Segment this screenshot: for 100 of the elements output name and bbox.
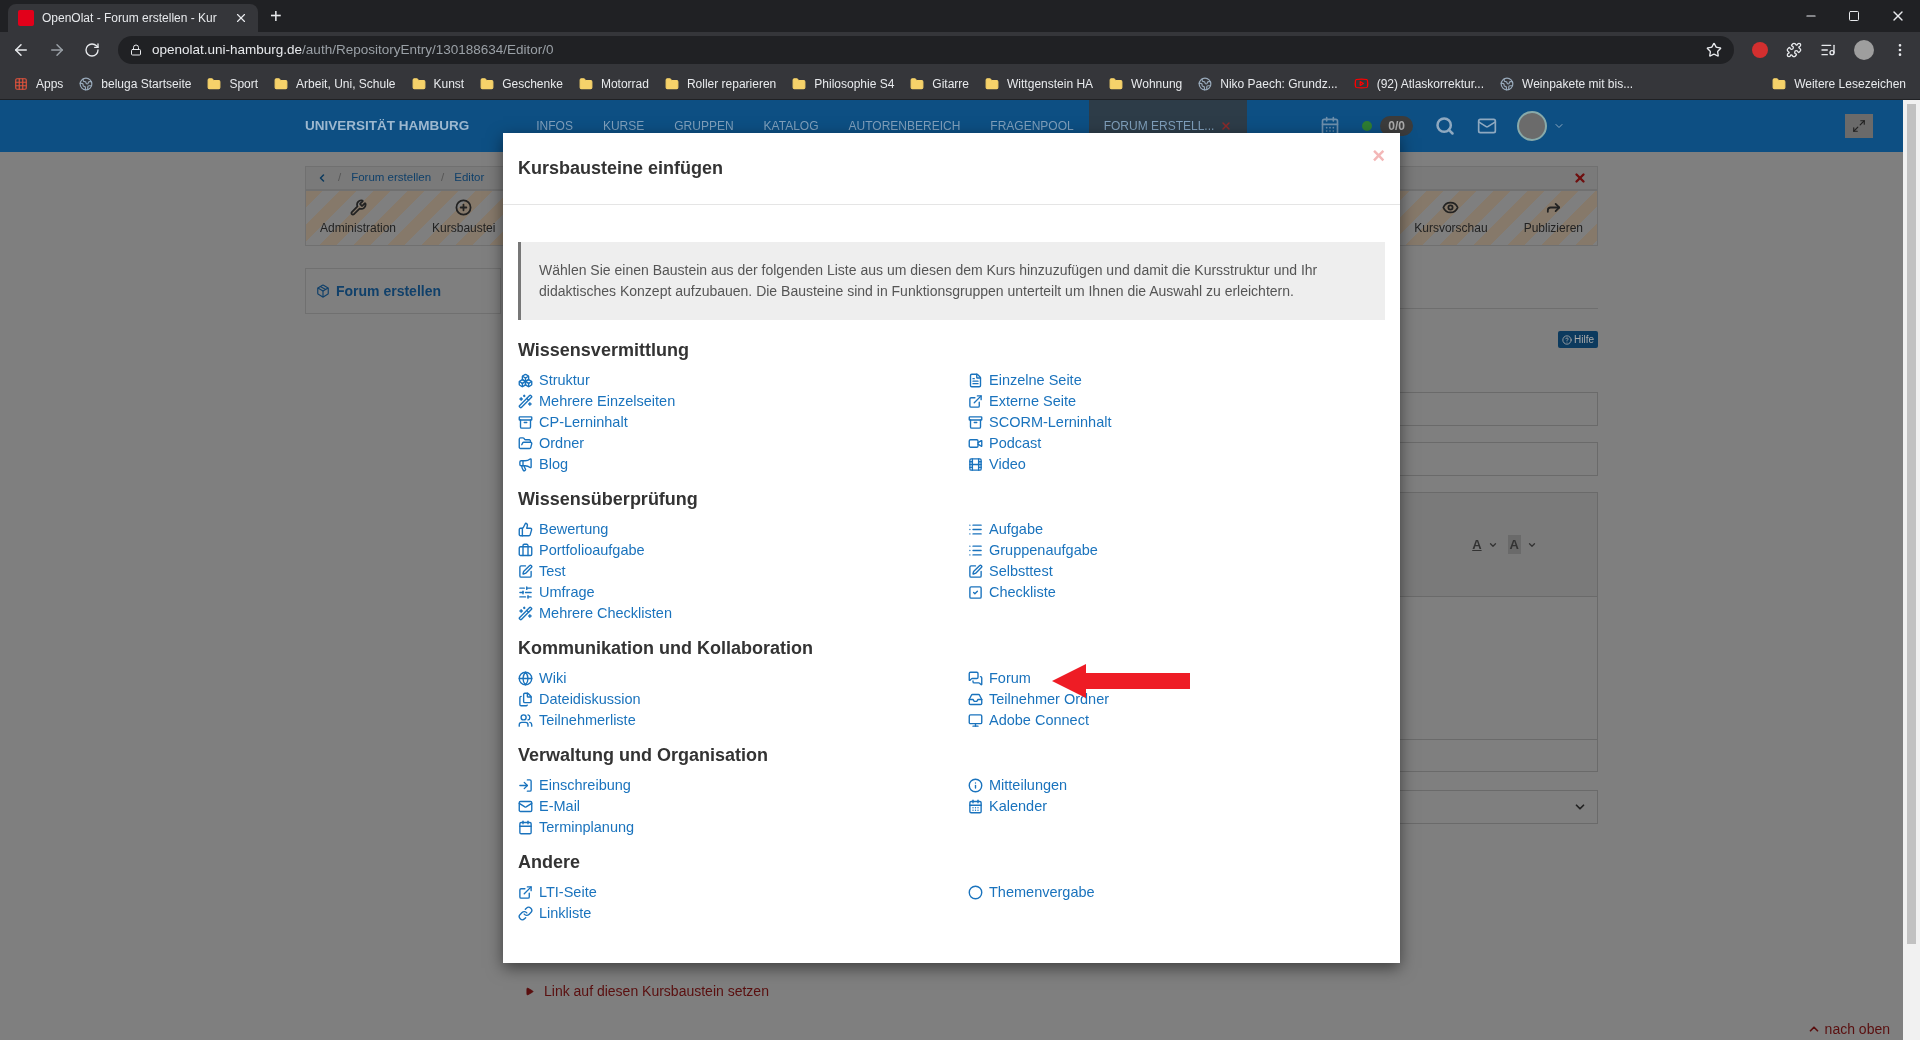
course-element-link[interactable]: Teilnehmer Ordner	[989, 688, 1110, 711]
url-text: openolat.uni-hamburg.de/auth/RepositoryEntry/130188634/Editor/0	[152, 40, 554, 59]
course-element-link[interactable]: Einzelne Seite	[989, 369, 1082, 392]
folder-icon	[1109, 76, 1124, 91]
toolbar-button[interactable]: Kursbaustei	[426, 199, 502, 237]
course-element-link[interactable]: SCORM-Lerninhalt	[989, 411, 1112, 434]
bookmark[interactable]: (92) Atlaskorrektur...	[1376, 74, 1484, 93]
link[interactable]: Link auf diesen Kursbaustein setzen	[544, 981, 769, 1002]
bookmark[interactable]: Niko Paech: Grundz...	[1220, 74, 1338, 93]
bookmark[interactable]: Kunst	[433, 74, 465, 93]
expand-icon	[1852, 119, 1866, 133]
course-element-link[interactable]: Umfrage	[539, 581, 595, 604]
fullscreen-button[interactable]	[1845, 114, 1873, 138]
breadcrumb-link[interactable]: Forum erstellen	[351, 169, 432, 187]
course-element-link[interactable]: Wiki	[539, 667, 567, 690]
section-heading: Wissensvermittlung	[518, 339, 690, 362]
new-tab-button[interactable]: +	[270, 4, 282, 28]
bookmark[interactable]: Philosophie S4	[814, 74, 895, 93]
course-element-link[interactable]: Terminplanung	[539, 816, 635, 839]
course-element-link[interactable]: CP-Lerninhalt	[539, 411, 628, 434]
folder-icon	[1772, 76, 1787, 91]
back-icon[interactable]	[12, 41, 30, 59]
folder-icon	[792, 76, 807, 91]
help-badge[interactable]: Hilfe	[1558, 331, 1598, 348]
bookmark[interactable]: Gitarre	[932, 74, 970, 93]
course-element-link[interactable]: Gruppenaufgabe	[989, 539, 1098, 562]
course-element-link[interactable]: Test	[539, 560, 566, 583]
course-element-link[interactable]: Forum	[989, 667, 1031, 690]
university-logo-icon	[18, 10, 34, 26]
bookmark[interactable]: Motorrad	[600, 74, 649, 93]
envelope-icon[interactable]	[1477, 116, 1497, 136]
toolbar-button[interactable]: Publizieren	[1517, 199, 1589, 237]
calendar-icon	[518, 820, 533, 835]
list-icon	[968, 522, 983, 537]
profile-avatar[interactable]	[1854, 40, 1874, 60]
chat-icon	[968, 671, 983, 686]
course-element-link[interactable]: Checkliste	[989, 581, 1056, 604]
course-element-link[interactable]: Externe Seite	[989, 390, 1077, 413]
course-element-link[interactable]: Mehrere Einzelseiten	[539, 390, 676, 413]
back-to-top-link[interactable]: nach oben	[1824, 1018, 1890, 1040]
course-element-link[interactable]: Struktur	[539, 369, 590, 392]
folder-icon	[985, 76, 1000, 91]
address-field[interactable]: openolat.uni-hamburg.de/auth/RepositoryEntry/130188634/Editor/0	[118, 36, 1734, 64]
course-element-link[interactable]: Video	[989, 453, 1026, 476]
course-element-link[interactable]: Selbsttest	[989, 560, 1053, 583]
course-element-link[interactable]: Mehrere Checklisten	[539, 602, 672, 625]
wand-icon	[518, 394, 533, 409]
forward-icon[interactable]	[48, 41, 66, 59]
login-icon	[518, 778, 533, 793]
bookmark[interactable]: Apps	[36, 74, 64, 93]
bookmark[interactable]: Wohnung	[1131, 74, 1183, 93]
course-element-link[interactable]: Ordner	[539, 432, 585, 455]
close-icon[interactable]	[234, 11, 248, 25]
puzzle-icon[interactable]	[1786, 42, 1802, 58]
course-element-link[interactable]: Portfolioaufgabe	[539, 539, 645, 562]
browser-tab[interactable]: OpenOlat - Forum erstellen - Kur	[8, 4, 258, 32]
bookmark[interactable]: Weitere Lesezeichen	[1794, 74, 1906, 93]
toolbar-button[interactable]: Kursvorschau	[1408, 199, 1494, 237]
course-element-link[interactable]: Themenvergabe	[989, 881, 1095, 904]
course-element-link[interactable]: Aufgabe	[989, 518, 1044, 541]
playlist-icon[interactable]	[1820, 42, 1836, 58]
user-avatar[interactable]	[1517, 111, 1547, 141]
search-icon[interactable]	[1435, 116, 1455, 136]
reload-icon[interactable]	[84, 42, 100, 58]
cubes-icon	[518, 373, 533, 388]
course-element-link[interactable]: Blog	[539, 453, 569, 476]
inbox-icon	[968, 692, 983, 707]
archive-icon	[518, 415, 533, 430]
info-icon	[968, 778, 983, 793]
bookmark[interactable]: Arbeit, Uni, Schule	[296, 74, 396, 93]
video-camera-icon	[968, 436, 983, 451]
bookmark[interactable]: Sport	[229, 74, 259, 93]
course-element-link[interactable]: Mitteilungen	[989, 774, 1068, 797]
toolbar-button[interactable]: Administration	[314, 199, 403, 237]
bookmark-star-icon[interactable]	[1706, 42, 1722, 58]
adblock-icon[interactable]	[1752, 42, 1768, 58]
bookmark[interactable]: Wittgenstein HA	[1007, 74, 1094, 93]
course-element-link[interactable]: Bewertung	[539, 518, 609, 541]
calendar-icon[interactable]	[1320, 116, 1341, 136]
link-icon	[518, 906, 533, 921]
list-icon	[968, 543, 983, 558]
course-element-link[interactable]: Adobe Connect	[989, 709, 1089, 732]
bookmark[interactable]: Roller reparieren	[686, 74, 777, 93]
bookmark[interactable]: Weinpakete mit bis...	[1522, 74, 1634, 93]
course-element-link[interactable]: Dateidiskussion	[539, 688, 641, 711]
course-element-link[interactable]: Teilnehmerliste	[539, 709, 636, 732]
course-element-link[interactable]: Linkliste	[539, 902, 592, 925]
megaphone-icon	[518, 457, 533, 472]
brand-name[interactable]: UNIVERSITÄT HAMBURG	[305, 115, 470, 137]
counter-badge[interactable]: 0/0	[1380, 116, 1413, 136]
text-color-button[interactable]: A	[1472, 534, 1482, 555]
course-element-link[interactable]: Podcast	[989, 432, 1042, 455]
bookmark[interactable]: Geschenke	[502, 74, 563, 93]
course-element-link[interactable]: Kalender	[989, 795, 1048, 818]
bookmark[interactable]: beluga Startseite	[101, 74, 192, 93]
course-element-link[interactable]: LTI-Seite	[539, 881, 597, 904]
course-element-link[interactable]: Einschreibung	[539, 774, 631, 797]
restore-icon[interactable]	[1848, 10, 1860, 22]
course-element-link[interactable]: E-Mail	[539, 795, 581, 818]
scrollbar-thumb[interactable]	[1907, 104, 1916, 944]
